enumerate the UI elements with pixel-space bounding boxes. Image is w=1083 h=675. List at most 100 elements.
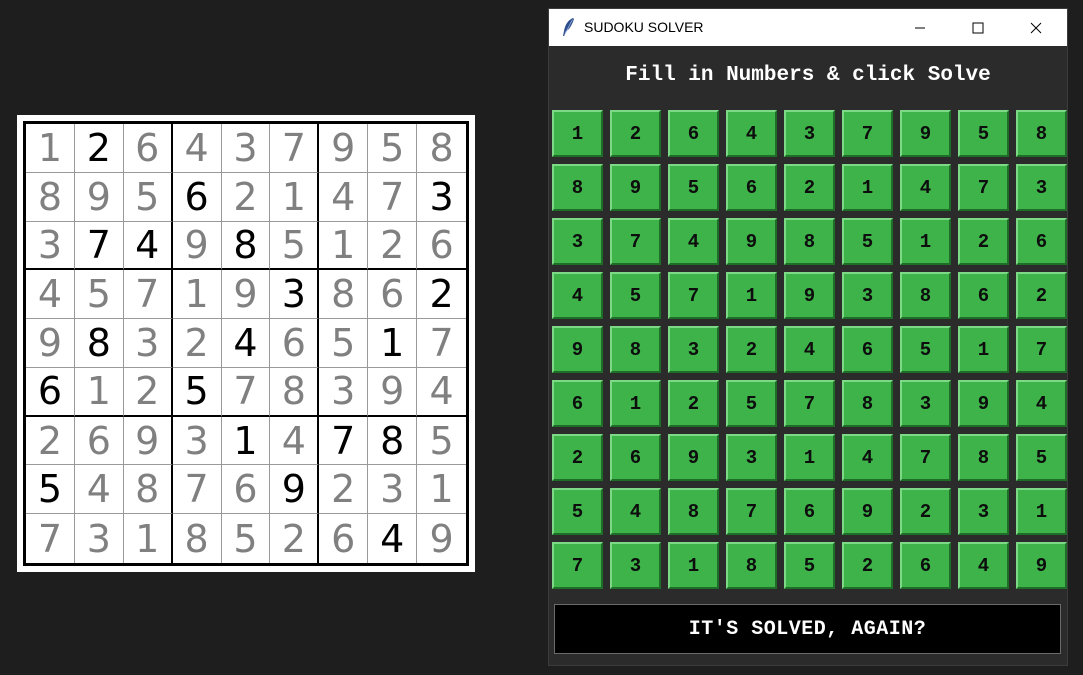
board-cell[interactable]: 2: [726, 326, 777, 373]
board-cell[interactable]: 2: [842, 542, 893, 589]
title-bar[interactable]: SUDOKU SOLVER: [549, 9, 1067, 46]
board-cell[interactable]: 3: [726, 434, 777, 481]
maximize-button[interactable]: [955, 9, 1001, 46]
board-cell[interactable]: 8: [552, 164, 603, 211]
board-cell[interactable]: 9: [726, 218, 777, 265]
board-cell[interactable]: 3: [668, 326, 719, 373]
board-cell[interactable]: 6: [958, 272, 1009, 319]
board-cell[interactable]: 8: [900, 272, 951, 319]
board-cell[interactable]: 2: [668, 380, 719, 427]
puzzle-cell: 9: [26, 319, 75, 368]
board-cell[interactable]: 3: [900, 380, 951, 427]
board-cell[interactable]: 8: [958, 434, 1009, 481]
board-cell[interactable]: 8: [1016, 110, 1067, 157]
board-cell[interactable]: 6: [842, 326, 893, 373]
board-cell[interactable]: 4: [784, 326, 835, 373]
close-button[interactable]: [1013, 9, 1059, 46]
board-cell[interactable]: 7: [1016, 326, 1067, 373]
board-cell[interactable]: 8: [842, 380, 893, 427]
board-cell[interactable]: 6: [784, 488, 835, 535]
puzzle-cell: 1: [74, 367, 124, 417]
board-cell[interactable]: 3: [1016, 164, 1067, 211]
puzzle-cell: 3: [221, 124, 271, 173]
board-cell[interactable]: 6: [668, 110, 719, 157]
board-cell[interactable]: 4: [726, 110, 777, 157]
solve-button[interactable]: IT'S SOLVED, AGAIN?: [554, 604, 1061, 654]
board-cell[interactable]: 9: [552, 326, 603, 373]
puzzle-cell: 8: [123, 465, 173, 515]
board-cell[interactable]: 6: [726, 164, 777, 211]
board-cell[interactable]: 9: [958, 380, 1009, 427]
board-cell[interactable]: 1: [784, 434, 835, 481]
board-cell[interactable]: 9: [842, 488, 893, 535]
board-cell[interactable]: 6: [610, 434, 661, 481]
board-cell[interactable]: 7: [900, 434, 951, 481]
puzzle-cell: 4: [319, 172, 369, 222]
board-cell[interactable]: 3: [784, 110, 835, 157]
board-cell[interactable]: 7: [610, 218, 661, 265]
board-cell[interactable]: 5: [610, 272, 661, 319]
board-cell[interactable]: 6: [900, 542, 951, 589]
board-cell[interactable]: 1: [668, 542, 719, 589]
board-cell[interactable]: 2: [1016, 272, 1067, 319]
board-cell[interactable]: 5: [668, 164, 719, 211]
puzzle-cell: 5: [123, 172, 173, 222]
puzzle-cell: 6: [26, 367, 75, 417]
puzzle-cell: 6: [221, 465, 271, 515]
board-cell[interactable]: 7: [552, 542, 603, 589]
puzzle-cell: 8: [173, 514, 222, 563]
board-cell[interactable]: 2: [610, 110, 661, 157]
board-cell[interactable]: 3: [552, 218, 603, 265]
board-cell[interactable]: 1: [726, 272, 777, 319]
board-cell[interactable]: 6: [552, 380, 603, 427]
board-cell[interactable]: 8: [784, 218, 835, 265]
board-cell[interactable]: 5: [784, 542, 835, 589]
board-cell[interactable]: 2: [958, 218, 1009, 265]
board-cell[interactable]: 5: [900, 326, 951, 373]
board-cell[interactable]: 3: [842, 272, 893, 319]
board-cell[interactable]: 3: [610, 542, 661, 589]
board-cell[interactable]: 9: [610, 164, 661, 211]
board-cell[interactable]: 9: [1016, 542, 1067, 589]
board-cell[interactable]: 9: [784, 272, 835, 319]
board-cell[interactable]: 4: [668, 218, 719, 265]
puzzle-cell: 3: [319, 367, 369, 417]
board-cell[interactable]: 5: [1016, 434, 1067, 481]
board-cell[interactable]: 1: [842, 164, 893, 211]
minimize-button[interactable]: [897, 9, 943, 46]
board-cell[interactable]: 4: [552, 272, 603, 319]
board-cell[interactable]: 5: [552, 488, 603, 535]
board-cell[interactable]: 1: [900, 218, 951, 265]
board-cell[interactable]: 4: [842, 434, 893, 481]
board-cell[interactable]: 2: [552, 434, 603, 481]
board-cell[interactable]: 4: [958, 542, 1009, 589]
board-cell[interactable]: 2: [784, 164, 835, 211]
board-cell[interactable]: 7: [842, 110, 893, 157]
board-cell[interactable]: 7: [726, 488, 777, 535]
board-cell[interactable]: 4: [610, 488, 661, 535]
board-cell[interactable]: 1: [610, 380, 661, 427]
board-cell[interactable]: 5: [726, 380, 777, 427]
board-cell[interactable]: 7: [784, 380, 835, 427]
board-cell[interactable]: 9: [668, 434, 719, 481]
board-cell[interactable]: 6: [1016, 218, 1067, 265]
board-cell[interactable]: 8: [726, 542, 777, 589]
board-cell[interactable]: 1: [1016, 488, 1067, 535]
board-cell[interactable]: 8: [668, 488, 719, 535]
maximize-icon: [972, 22, 984, 33]
puzzle-cell: 2: [74, 124, 124, 173]
board-cell[interactable]: 4: [1016, 380, 1067, 427]
board-cell[interactable]: 8: [610, 326, 661, 373]
board-cell[interactable]: 9: [900, 110, 951, 157]
board-cell[interactable]: 2: [900, 488, 951, 535]
board-cell[interactable]: 1: [552, 110, 603, 157]
board-cell[interactable]: 7: [668, 272, 719, 319]
puzzle-cell: 8: [417, 124, 466, 173]
board-cell[interactable]: 5: [842, 218, 893, 265]
board-cell[interactable]: 7: [958, 164, 1009, 211]
board-cell[interactable]: 5: [958, 110, 1009, 157]
board-cell[interactable]: 3: [958, 488, 1009, 535]
puzzle-cell: 6: [123, 124, 173, 173]
board-cell[interactable]: 4: [900, 164, 951, 211]
board-cell[interactable]: 1: [958, 326, 1009, 373]
